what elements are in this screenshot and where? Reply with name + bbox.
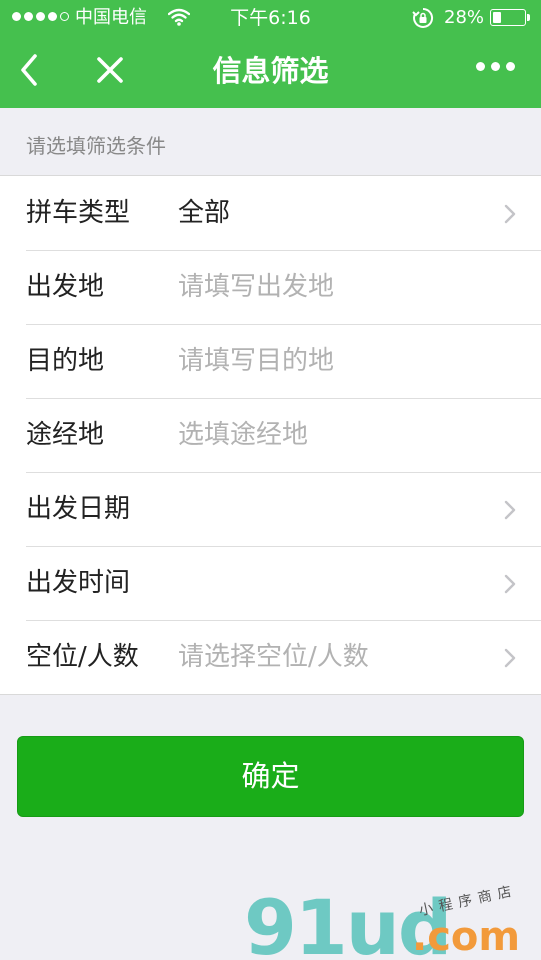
form-row-departure-time[interactable]: 出发时间 <box>0 546 541 620</box>
page-title: 信息筛选 <box>212 54 329 88</box>
status-bar: 中国电信 下午6:16 28% <box>0 0 541 36</box>
chevron-right-icon <box>504 574 516 594</box>
chevron-right-icon <box>504 500 516 520</box>
waypoint-input[interactable]: 选填途经地 <box>178 418 308 452</box>
filter-form: 拼车类型 全部 出发地 请填写出发地 目的地 请填写目的地 途经地 选填途经地 … <box>0 175 541 695</box>
row-label: 拼车类型 <box>26 198 131 228</box>
battery-icon <box>490 9 526 26</box>
more-button[interactable] <box>476 62 515 71</box>
battery-cap <box>527 14 530 21</box>
row-label: 出发地 <box>26 272 105 302</box>
more-dot <box>506 62 515 71</box>
seats-select[interactable]: 请选择空位/人数 <box>178 640 369 674</box>
destination-input[interactable]: 请填写目的地 <box>178 344 334 378</box>
form-row-seats[interactable]: 空位/人数 请选择空位/人数 <box>0 620 541 694</box>
rotation-lock-icon <box>412 7 434 33</box>
page: 中国电信 下午6:16 28% 信息筛选 请选填筛选条件 拼车类型 全部 出发地… <box>0 0 541 960</box>
nav-bar: 信息筛选 <box>0 36 541 108</box>
watermark-domain: .com <box>412 914 521 960</box>
row-label: 出发时间 <box>26 568 131 598</box>
form-row-departure-date[interactable]: 出发日期 <box>0 472 541 546</box>
form-row-waypoint[interactable]: 途经地 选填途经地 <box>0 398 541 472</box>
battery-level <box>493 12 501 23</box>
header: 中国电信 下午6:16 28% 信息筛选 <box>0 0 541 108</box>
form-row-destination[interactable]: 目的地 请填写目的地 <box>0 324 541 398</box>
more-dot <box>491 62 500 71</box>
departure-input[interactable]: 请填写出发地 <box>178 270 334 304</box>
confirm-button[interactable]: 确定 <box>17 736 524 817</box>
form-row-departure[interactable]: 出发地 请填写出发地 <box>0 250 541 324</box>
row-label: 出发日期 <box>26 494 131 524</box>
row-label: 目的地 <box>26 346 105 376</box>
row-label: 空位/人数 <box>26 642 139 672</box>
battery-percentage: 28% <box>444 7 485 28</box>
section-header: 请选填筛选条件 <box>26 134 166 158</box>
chevron-right-icon <box>504 204 516 224</box>
more-dot <box>476 62 485 71</box>
row-label: 途经地 <box>26 420 105 450</box>
carpool-type-value: 全部 <box>178 198 231 228</box>
chevron-right-icon <box>504 648 516 668</box>
form-row-carpool-type[interactable]: 拼车类型 全部 <box>0 176 541 250</box>
